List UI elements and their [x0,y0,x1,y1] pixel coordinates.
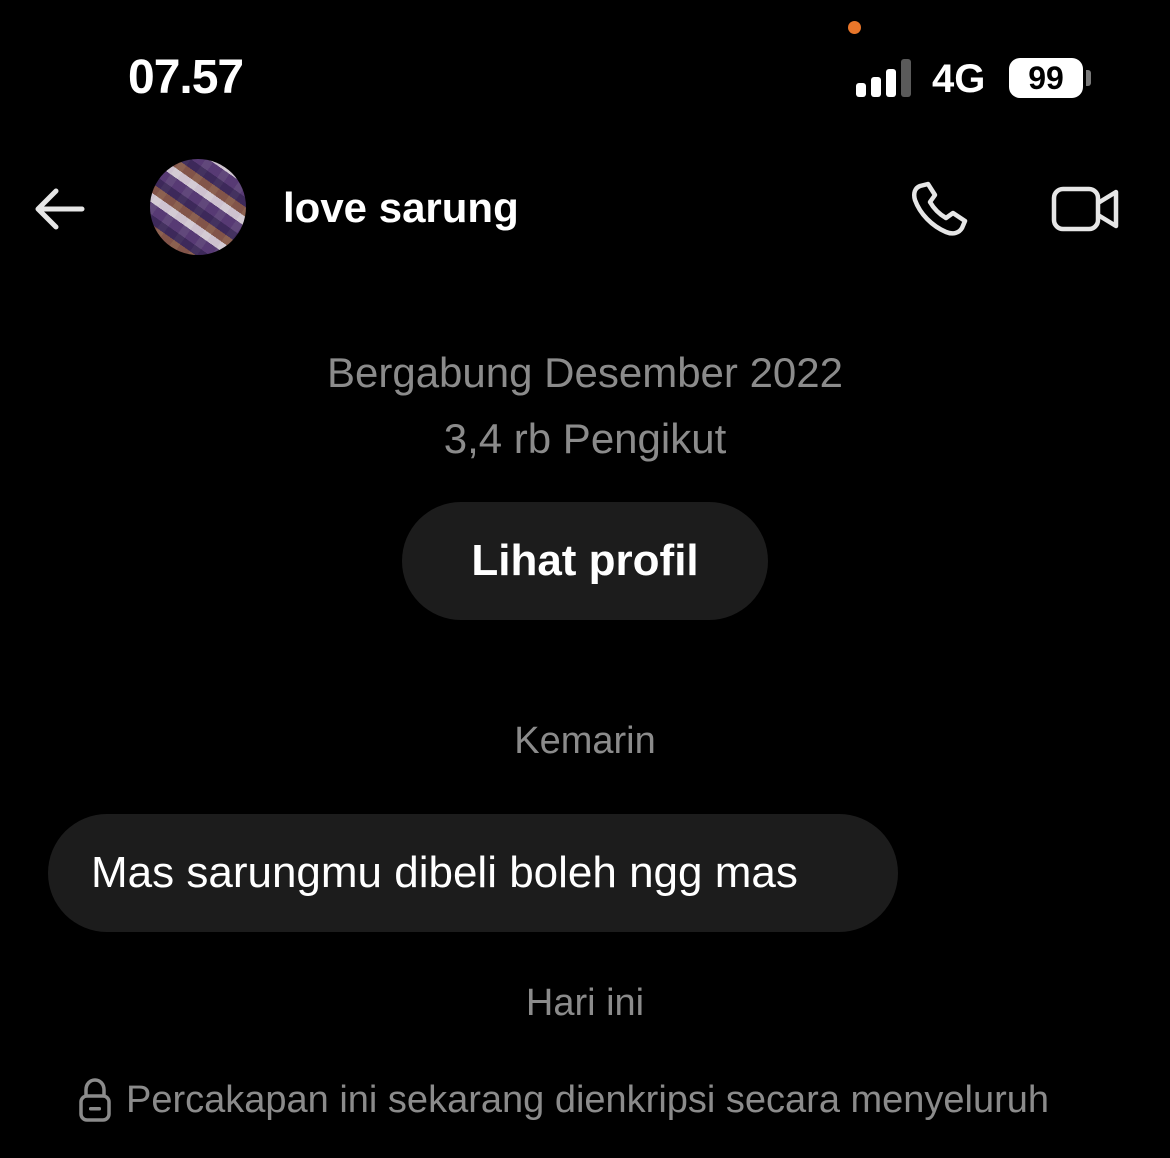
video-call-button[interactable] [1050,182,1122,236]
battery-cap [1086,70,1091,86]
encryption-notice-text: Percakapan ini sekarang dienkripsi secar… [126,1079,1050,1121]
follower-count: 3,4 rb Pengikut [443,415,727,462]
signal-bar [856,83,866,97]
contact-name[interactable]: love sarung [283,182,519,234]
lock-icon [79,1078,111,1122]
battery-icon: 99 [1009,58,1083,98]
encryption-notice[interactable]: Percakapan ini sekarang dienkripsi secar… [78,1072,1049,1128]
avatar[interactable] [150,159,246,255]
privacy-indicator-dot [848,21,861,34]
message-bubble-incoming[interactable]: Mas sarungmu dibeli boleh ngg mas [48,814,898,932]
joined-date: Bergabung Desember 2022 [326,349,844,396]
signal-bar [901,59,911,97]
signal-strength-icon [856,59,914,97]
video-camera-icon [1051,186,1119,232]
status-time: 07.57 [128,51,244,104]
message-text: Mas sarungmu dibeli boleh ngg mas [91,848,798,897]
network-type: 4G [932,57,986,101]
signal-bar [886,69,896,97]
view-profile-button[interactable]: Lihat profil [402,502,768,620]
battery-level: 99 [1028,60,1064,96]
signal-bar [871,77,881,97]
arrow-left-icon [35,188,85,230]
date-separator: Hari ini [525,982,645,1024]
date-separator: Kemarin [514,720,656,762]
call-button[interactable] [908,178,974,240]
back-button[interactable] [30,180,88,238]
phone-icon [911,181,968,236]
